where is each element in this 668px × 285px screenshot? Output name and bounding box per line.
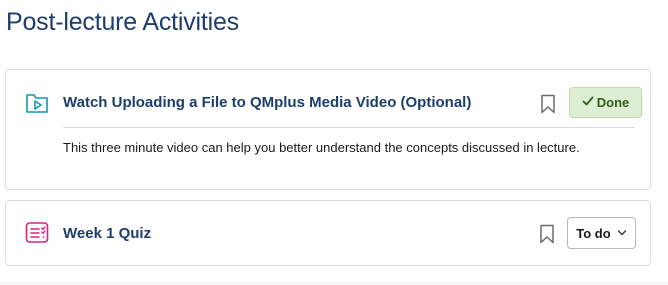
activity-card-quiz: Week 1 Quiz To do: [5, 200, 651, 266]
divider: [63, 127, 635, 128]
bookmark-icon[interactable]: [539, 224, 555, 249]
done-completion-button[interactable]: Done: [569, 87, 642, 118]
section-title: Post-lecture Activities: [6, 8, 239, 36]
video-play-icon: [24, 90, 50, 121]
bookmark-icon[interactable]: [540, 94, 556, 119]
todo-label: To do: [576, 225, 611, 241]
activity-description: This three minute video can help you bet…: [63, 140, 580, 155]
activity-title-link[interactable]: Watch Uploading a File to QMplus Media V…: [63, 94, 471, 111]
todo-completion-dropdown[interactable]: To do: [567, 217, 636, 249]
bottom-divider: [0, 281, 668, 285]
done-label: Done: [596, 95, 630, 110]
activity-title-link[interactable]: Week 1 Quiz: [63, 225, 151, 242]
check-icon: [582, 94, 594, 112]
activity-card-video: Watch Uploading a File to QMplus Media V…: [5, 69, 651, 190]
chevron-down-icon: [617, 224, 627, 242]
quiz-icon: [24, 220, 50, 251]
